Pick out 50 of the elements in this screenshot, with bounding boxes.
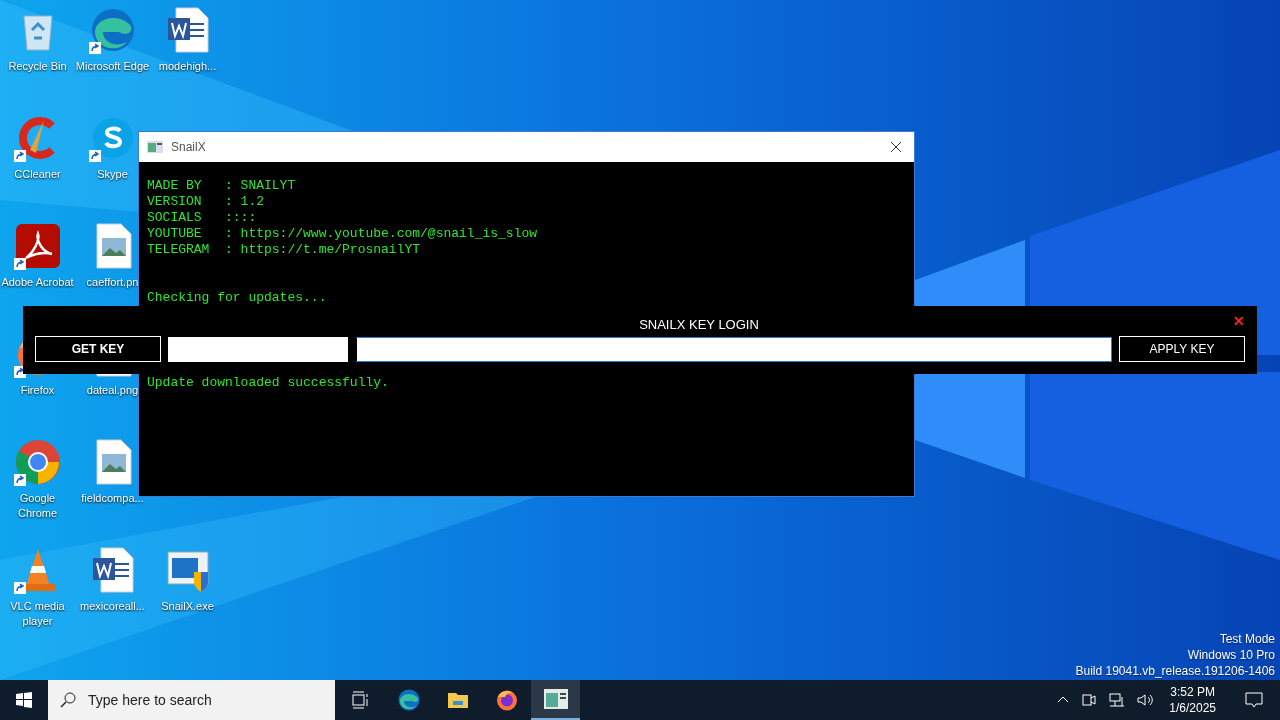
volume-icon[interactable] <box>1137 692 1154 708</box>
console-line: Checking for updates... <box>147 290 328 306</box>
desktop-icon-label[interactable]: SnailX.exe <box>161 599 214 614</box>
input-field[interactable] <box>355 336 1112 362</box>
firefox-icon <box>494 688 519 712</box>
clock-time: 3:52 PM <box>1170 684 1215 700</box>
desktop-icon-label[interactable]: CCleaner <box>14 167 61 182</box>
clock[interactable]: 3:52 PM 1/6/2025 <box>1169 684 1216 716</box>
desktop-icon-label[interactable]: Google Chrome <box>0 491 75 521</box>
console-line: Update downloaded successfully. <box>147 375 390 391</box>
desktop-icon-label[interactable]: modehigh... <box>158 59 217 74</box>
console-line: YOUTUBE : https://www.youtube.com/@snail_is_slow <box>147 226 539 242</box>
clock-date: 1/6/2025 <box>1169 700 1216 716</box>
system-watermark-text: Windows 10 Pro <box>1187 647 1275 663</box>
desktop-icon-label[interactable]: Recycle Bin <box>8 59 67 74</box>
network-icon[interactable] <box>1109 692 1126 708</box>
desktop-icon-label[interactable]: caeffort.pn <box>86 275 139 290</box>
desktop-icon-label[interactable]: Firefox <box>20 383 55 398</box>
system-watermark-text: Test Mode <box>1219 631 1275 647</box>
search-box[interactable]: Type here to search <box>48 680 335 720</box>
desktop-icon-label[interactable]: Skype <box>97 167 128 182</box>
taskbar-app[interactable] <box>531 680 580 720</box>
windows-start-icon[interactable] <box>16 692 32 708</box>
console-line: VERSION : 1.2 <box>147 194 266 210</box>
console-app-icon <box>543 689 568 709</box>
console-line: TELEGRAM : https://t.me/ProsnailYT <box>147 242 422 258</box>
desktop-icon-label[interactable]: mexicoreall... <box>80 599 145 614</box>
console-line: SOCIALS :::: <box>147 210 258 226</box>
close-icon[interactable] <box>890 141 902 153</box>
search-placeholder: Type here to search <box>88 690 212 710</box>
close-icon[interactable]: ✕ <box>1233 310 1245 332</box>
apply-key-button[interactable]: APPLY KEY <box>1119 336 1245 362</box>
console-app-icon <box>147 141 163 153</box>
get-key-button[interactable]: GET KEY <box>35 336 161 362</box>
console-line: MADE BY : SNAILYT <box>147 178 297 194</box>
search-icon <box>60 692 76 708</box>
task-view-icon <box>349 690 370 710</box>
desktop-icon-label[interactable]: Adobe Acrobat <box>1 275 74 290</box>
chrome-icon <box>13 438 62 486</box>
panel-title: SNAILX KEY LOGIN <box>638 316 760 335</box>
desktop-icon-label[interactable]: VLC media player <box>0 599 75 629</box>
camera-icon[interactable] <box>1081 692 1098 708</box>
system-watermark-text: Build 19041.vb_release.191206-1406 <box>1075 663 1275 679</box>
desktop-icon-label[interactable]: Microsoft Edge <box>75 59 150 74</box>
desktop-icon-label[interactable]: fieldcompa... <box>81 491 144 506</box>
edge-icon <box>396 688 421 712</box>
notification-icon[interactable] <box>1244 690 1264 710</box>
desktop-icon-label[interactable]: dateal.png <box>86 383 139 398</box>
window-title: SnailX <box>171 139 207 156</box>
pdf-icon <box>13 222 62 270</box>
